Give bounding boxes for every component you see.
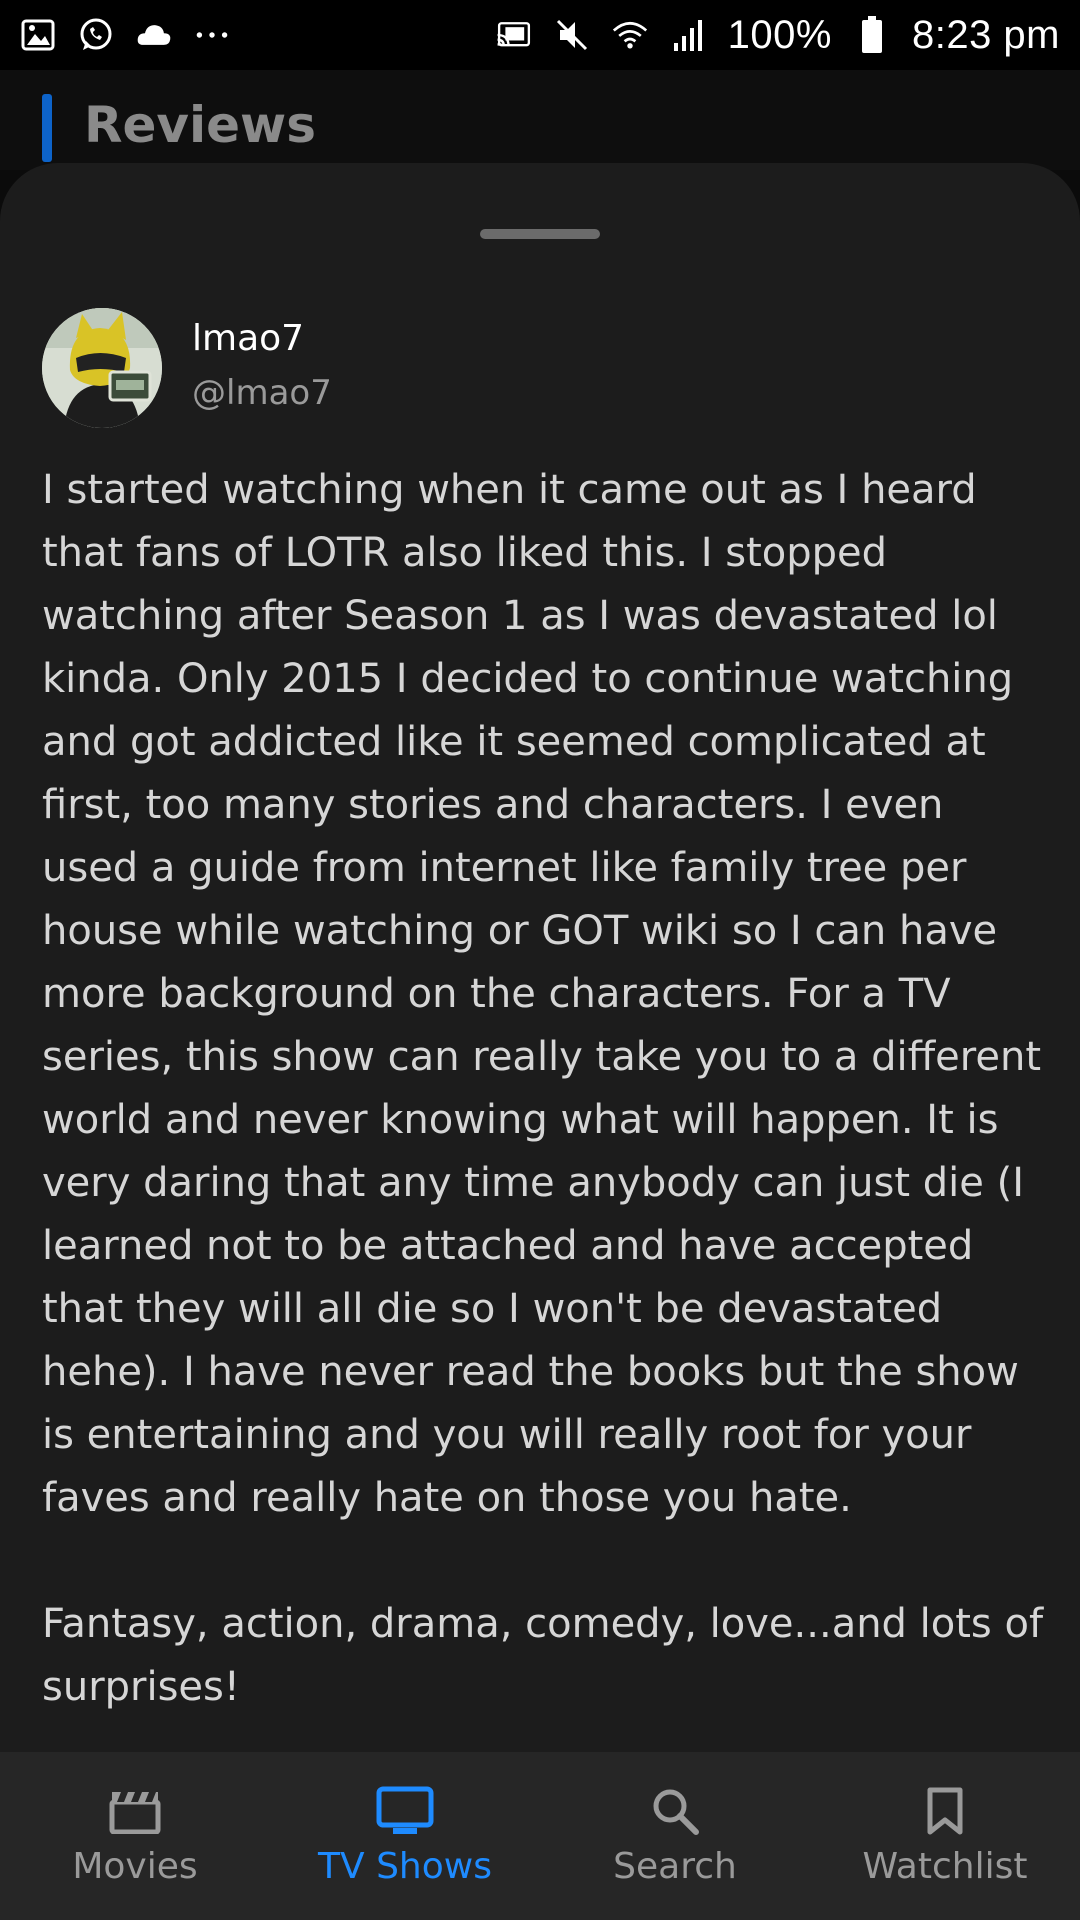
tv-icon	[376, 1784, 434, 1838]
clapperboard-icon	[106, 1784, 164, 1838]
section-title: Reviews	[84, 96, 317, 154]
nav-tv-shows[interactable]: TV Shows	[270, 1752, 540, 1920]
status-left-icons	[20, 17, 230, 53]
bookmark-icon	[916, 1784, 974, 1838]
more-icon	[194, 17, 230, 53]
sheet-drag-handle[interactable]	[480, 229, 600, 239]
status-bar: 100% 8:23 pm	[0, 0, 1080, 70]
avatar[interactable]	[42, 308, 162, 428]
nav-movies[interactable]: Movies	[0, 1752, 270, 1920]
review-body: I started watching when it came out as I…	[42, 467, 1044, 1710]
nav-label-watchlist: Watchlist	[862, 1846, 1028, 1887]
search-icon	[646, 1784, 704, 1838]
bottom-navigation: Movies TV Shows Search Watchlist	[0, 1752, 1080, 1920]
battery-percent: 100%	[727, 12, 832, 57]
author-handle: @lmao7	[192, 373, 332, 413]
review-sheet[interactable]: lmao7 @lmao7 I started watching when it …	[0, 163, 1080, 1753]
whatsapp-icon	[78, 17, 114, 53]
nav-search[interactable]: Search	[540, 1752, 810, 1920]
nav-label-movies: Movies	[72, 1846, 198, 1887]
nav-watchlist[interactable]: Watchlist	[810, 1752, 1080, 1920]
nav-label-search: Search	[613, 1846, 737, 1887]
section-accent-bar	[42, 94, 52, 162]
status-right-icons: 100% 8:23 pm	[496, 13, 1060, 58]
cloud-icon	[136, 17, 172, 53]
cast-icon	[496, 17, 532, 53]
mute-icon	[554, 17, 590, 53]
wifi-icon	[612, 17, 648, 53]
battery-icon	[854, 16, 890, 53]
image-icon	[20, 17, 56, 53]
section-header: Reviews	[0, 70, 1080, 170]
author-name[interactable]: lmao7	[192, 318, 304, 359]
signal-icon	[670, 17, 706, 53]
clock: 8:23 pm	[911, 12, 1060, 57]
nav-label-tv-shows: TV Shows	[318, 1846, 492, 1887]
